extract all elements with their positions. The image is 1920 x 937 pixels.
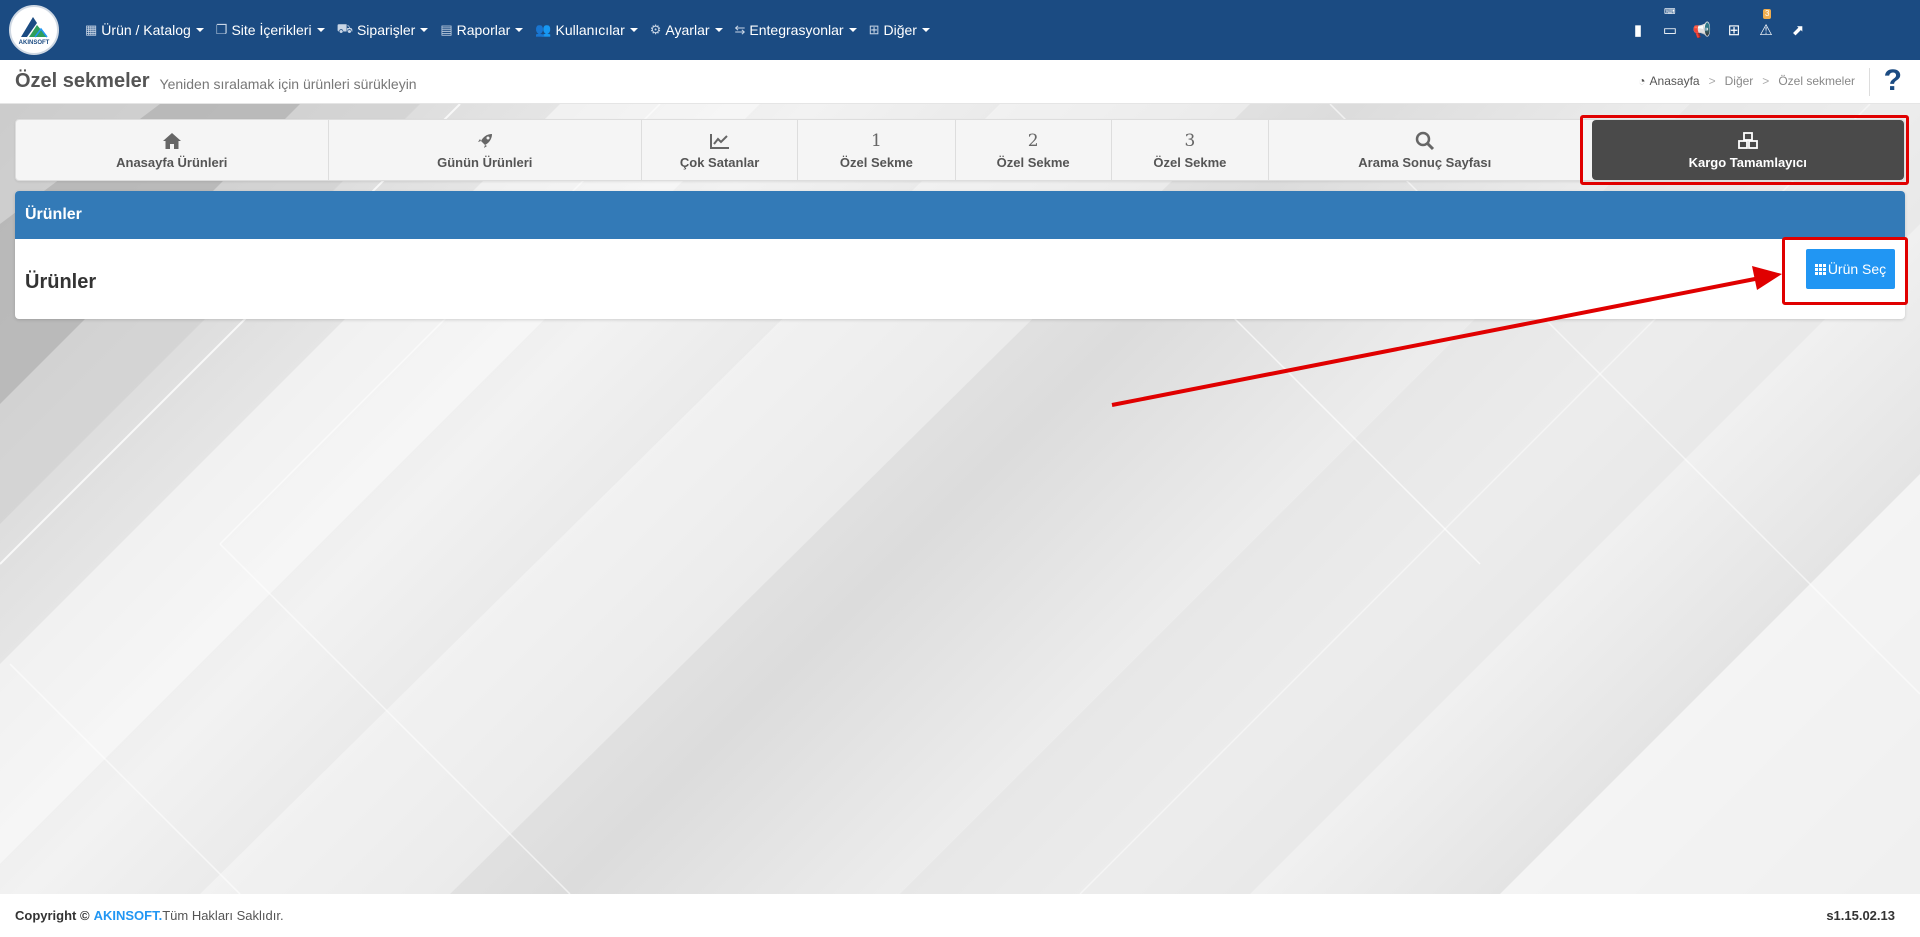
- chevron-down-icon: [195, 28, 204, 32]
- chevron-down-icon: [420, 28, 429, 32]
- tab-best-sellers[interactable]: Çok Satanlar: [642, 120, 799, 180]
- menu-item-settings[interactable]: ⚙ Ayarlar: [646, 0, 731, 60]
- akinsoft-logo[interactable]: AKINSOFT: [9, 5, 59, 55]
- footer-copyright: Copyright ©: [15, 908, 90, 923]
- tab-custom-3[interactable]: 3 Özel Sekme: [1112, 120, 1269, 180]
- tab-number: 3: [1184, 131, 1196, 151]
- orders-icon: ⛟: [336, 21, 353, 36]
- home-icon: [162, 130, 182, 152]
- tab-search-results[interactable]: Arama Sonuç Sayfası: [1269, 120, 1582, 180]
- panel-heading: Ürünler: [15, 191, 1905, 239]
- tab-label: Özel Sekme: [996, 155, 1070, 170]
- menu-item-site-content[interactable]: ❐ Site İçerikleri: [212, 0, 333, 60]
- grid-icon[interactable]: ⊞: [1718, 0, 1750, 60]
- footer: Copyright © AKINSOFT. Tüm Hakları Saklıd…: [0, 894, 1920, 937]
- chevron-down-icon: [921, 28, 930, 32]
- search-icon: [1415, 130, 1435, 152]
- top-navbar: AKINSOFT ▦ Ürün / Katalog ❐ Site İçerikl…: [0, 0, 1920, 60]
- logo-mark-icon: [21, 16, 48, 37]
- users-icon: 👥: [535, 22, 552, 37]
- menu-item-label: Kullanıcılar: [555, 22, 625, 38]
- reports-icon: ▤: [440, 22, 453, 37]
- tab-label: Kargo Tamamlayıcı: [1688, 155, 1807, 170]
- cubes-icon: [1737, 130, 1758, 152]
- integrations-icon: ⇆: [734, 22, 746, 37]
- chevron-down-icon: [316, 28, 325, 32]
- menu-item-catalog[interactable]: ▦ Ürün / Katalog: [81, 0, 212, 60]
- menu-item-reports[interactable]: ▤ Raporlar: [436, 0, 531, 60]
- menu-item-users[interactable]: 👥 Kullanıcılar: [531, 0, 645, 60]
- tab-daily-products[interactable]: Günün Ürünleri: [329, 120, 642, 180]
- menu-item-integrations[interactable]: ⇆ Entegrasyonlar: [731, 0, 865, 60]
- tab-custom-1[interactable]: 1 Özel Sekme: [798, 120, 956, 180]
- tab-custom-2[interactable]: 2 Özel Sekme: [956, 120, 1112, 180]
- help-divider: [1869, 68, 1870, 96]
- menu-item-orders[interactable]: ⛟ Siparişler: [333, 0, 437, 60]
- chevron-down-icon: [629, 28, 638, 32]
- page-subtitle: Yeniden sıralamak için ürünleri sürükley…: [159, 75, 417, 92]
- navbar-right-icons: ▮ ⌨ ▭ 📢 ⊞ ⚠ 3 ⬈: [1622, 0, 1814, 60]
- footer-rights: Tüm Hakları Saklıdır.: [162, 908, 284, 923]
- footer-brand-link[interactable]: AKINSOFT.: [94, 908, 163, 923]
- menu-item-label: Site İçerikleri: [231, 22, 312, 38]
- warning-badge: 3: [1763, 9, 1772, 19]
- line-chart-icon: [709, 130, 730, 152]
- panel-body: Ürünler Ürün Seç: [15, 239, 1905, 319]
- tab-label: Özel Sekme: [839, 155, 913, 170]
- menu-item-label: Entegrasyonlar: [749, 22, 844, 38]
- tab-label: Günün Ürünleri: [437, 155, 533, 170]
- products-panel: Ürünler Ürünler Ürün Seç: [15, 191, 1905, 319]
- warning-icon[interactable]: ⚠ 3: [1750, 0, 1782, 60]
- content-icon: ❐: [215, 22, 228, 37]
- menu-item-label: Siparişler: [356, 22, 416, 38]
- panel-body-title: Ürünler: [25, 271, 97, 293]
- select-product-label: Ürün Seç: [1827, 261, 1887, 277]
- logo-text: AKINSOFT: [18, 39, 50, 46]
- breadcrumb-current: Özel sekmeler: [1778, 74, 1855, 88]
- breadcrumb-other[interactable]: Diğer: [1725, 74, 1754, 88]
- menu-item-label: Ayarlar: [665, 22, 710, 38]
- tab-number: 1: [870, 131, 882, 151]
- menu-item-other[interactable]: ⊞ Diğer: [865, 0, 938, 60]
- tab-home-products[interactable]: Anasayfa Ürünleri: [16, 120, 329, 180]
- keyboard-icon[interactable]: ⌨ ▭: [1654, 0, 1686, 60]
- menu-item-label: Diğer: [883, 22, 917, 38]
- breadcrumb-separator: >: [1762, 74, 1770, 88]
- tab-label: Özel Sekme: [1153, 155, 1227, 170]
- megaphone-icon[interactable]: 📢: [1686, 0, 1718, 60]
- page-title: Özel sekmeler: [15, 70, 150, 92]
- select-product-button[interactable]: Ürün Seç: [1806, 249, 1895, 289]
- chevron-down-icon: [515, 28, 524, 32]
- tab-bar: Anasayfa Ürünleri Günün Ürünleri Çok Sat…: [15, 119, 1905, 181]
- footer-version: s1.15.02.13: [1826, 908, 1895, 923]
- chevron-down-icon: [848, 28, 857, 32]
- page-header: Özel sekmeler Yeniden sıralamak için ürü…: [0, 60, 1920, 104]
- main-menu: ▦ Ürün / Katalog ❐ Site İçerikleri ⛟ Sip…: [81, 0, 938, 60]
- tab-label: Çok Satanlar: [679, 155, 760, 170]
- breadcrumb: ◔ Anasayfa > Diğer > Özel sekmeler: [1638, 74, 1855, 88]
- other-icon: ⊞: [868, 22, 880, 37]
- chevron-down-icon: [714, 28, 723, 32]
- tab-label: Anasayfa Ürünleri: [116, 155, 228, 170]
- grid-icon: [1814, 263, 1826, 275]
- tab-number: 2: [1027, 131, 1039, 151]
- external-link-icon[interactable]: ⬈: [1782, 0, 1814, 60]
- breadcrumb-separator: >: [1708, 74, 1716, 88]
- breadcrumb-home[interactable]: Anasayfa: [1650, 74, 1700, 88]
- rocket-icon: [476, 130, 494, 152]
- menu-item-label: Ürün / Katalog: [101, 22, 191, 38]
- tab-label: Arama Sonuç Sayfası: [1358, 155, 1492, 170]
- dashboard-icon: ◔: [1638, 74, 1646, 88]
- tab-cargo-complement[interactable]: Kargo Tamamlayıcı: [1591, 120, 1904, 180]
- settings-icon: ⚙: [649, 22, 662, 37]
- book-icon[interactable]: ▮: [1622, 0, 1654, 60]
- menu-item-label: Raporlar: [456, 22, 511, 38]
- help-icon[interactable]: ?: [1884, 64, 1902, 98]
- catalog-icon: ▦: [85, 22, 98, 37]
